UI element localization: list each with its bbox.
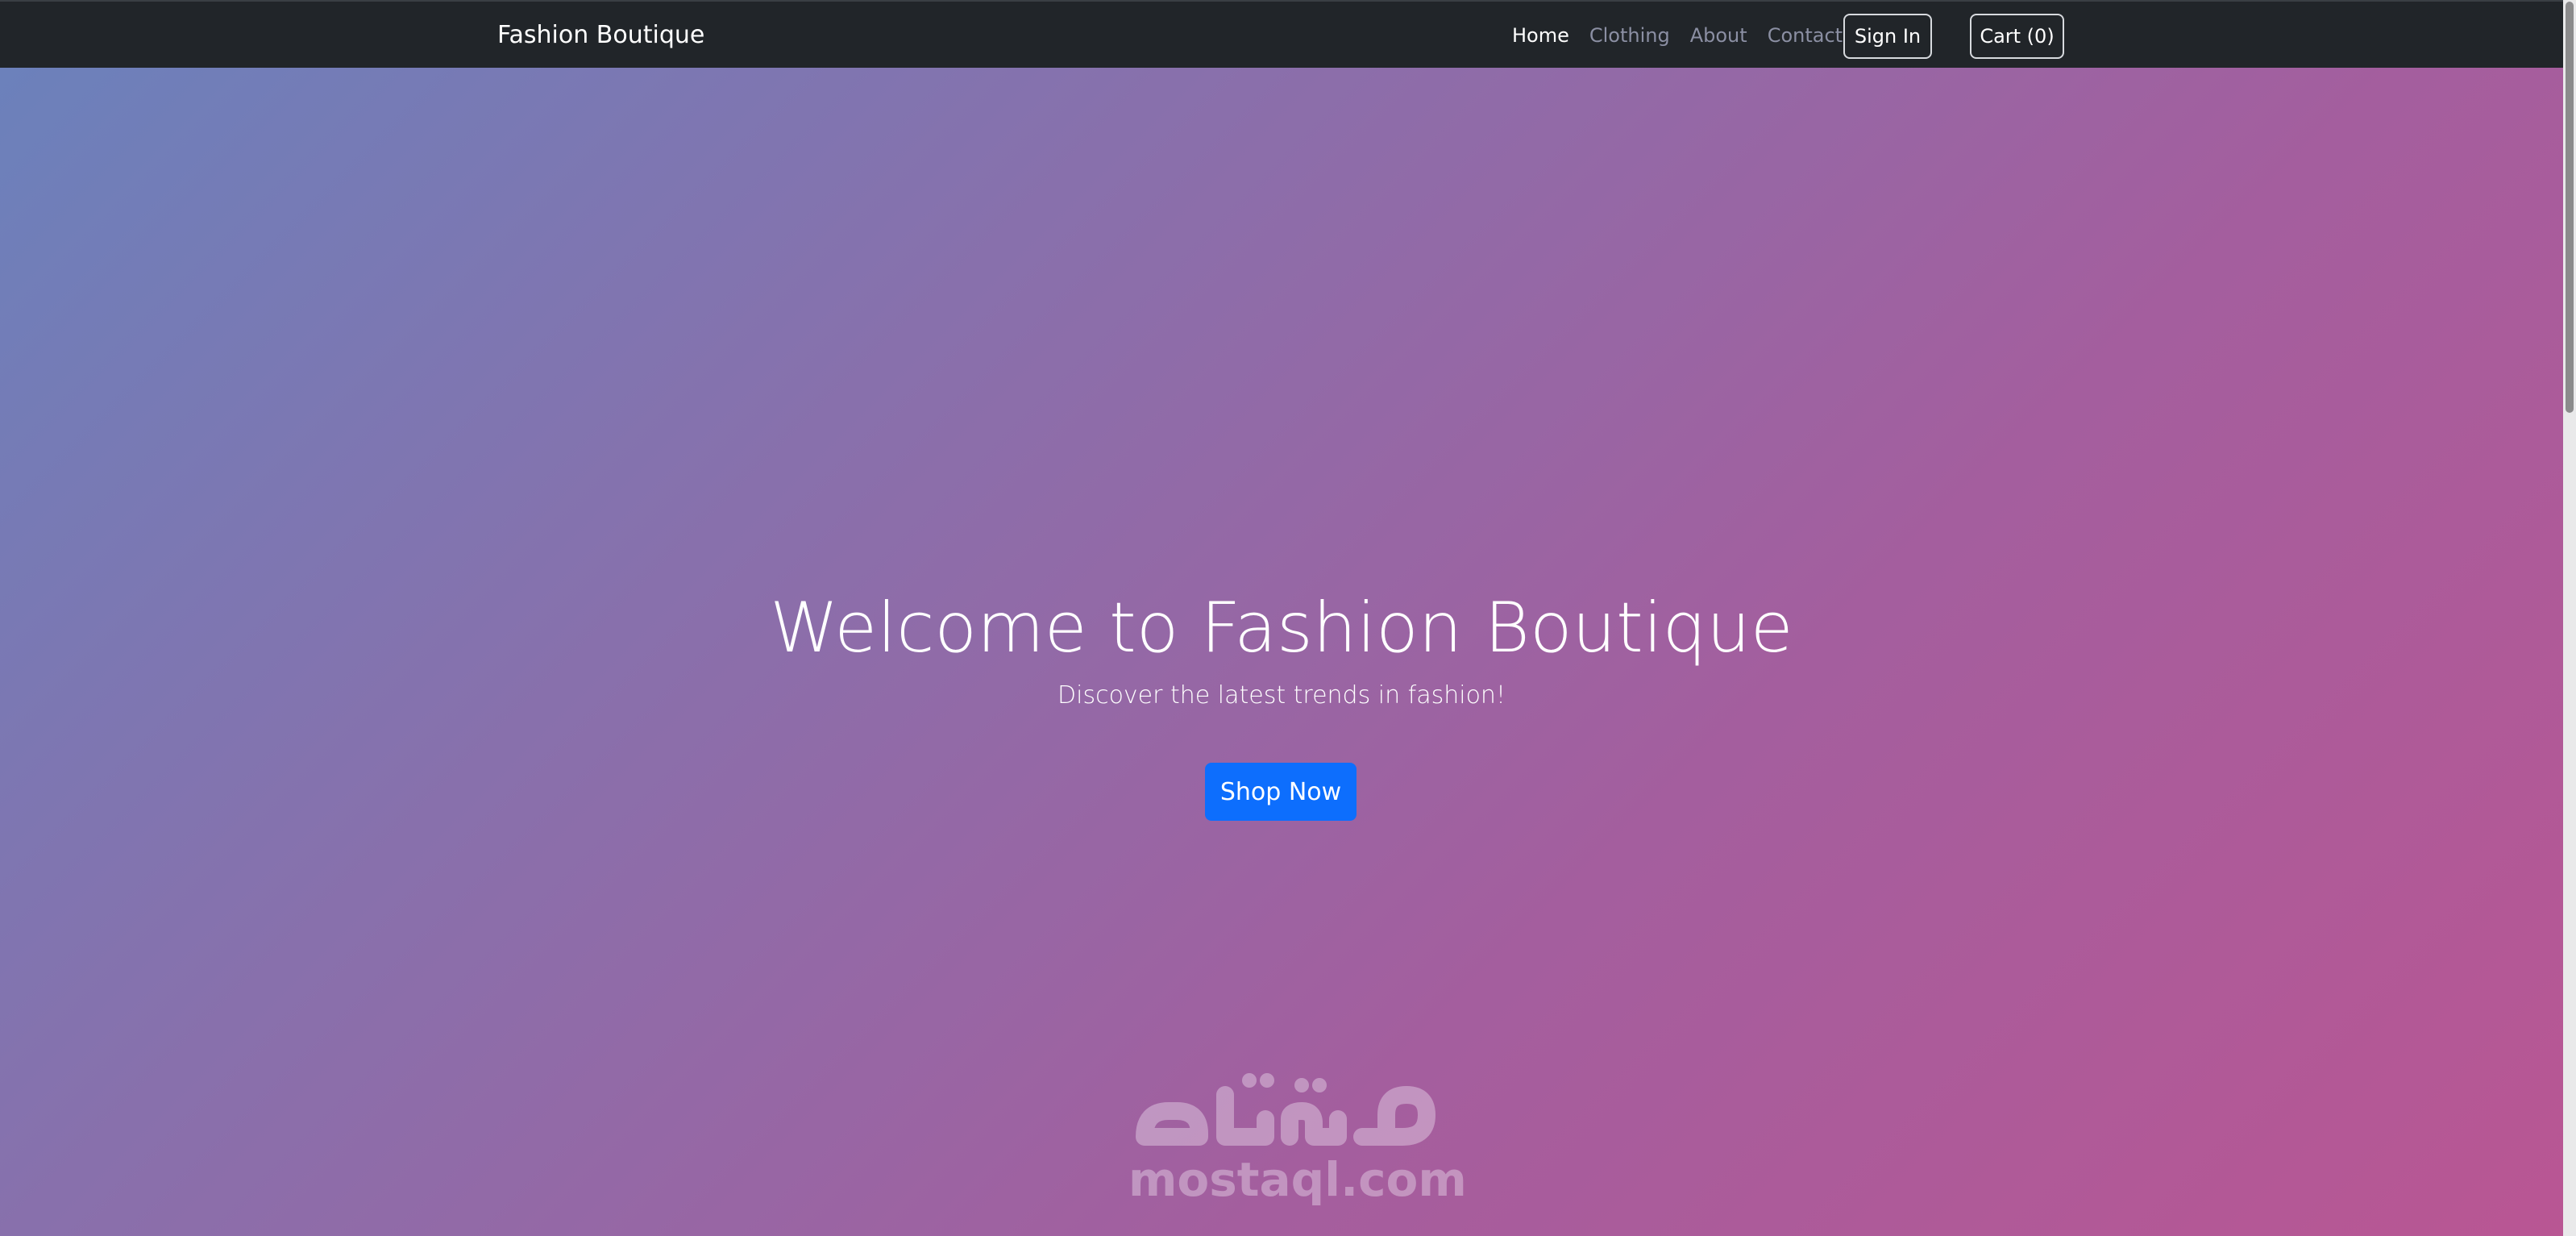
nav-item-home: Home xyxy=(1512,19,1569,52)
nav-item-contact: Contact xyxy=(1768,19,1843,52)
mostaql-watermark: mostaql.com xyxy=(1128,1063,1467,1224)
cart-button[interactable]: Cart (0) xyxy=(1970,14,2064,59)
shop-now-button[interactable]: Shop Now xyxy=(1205,763,1357,821)
hero-section: Welcome to Fashion Boutique Discover the… xyxy=(0,68,2563,1236)
nav-item-clothing: Clothing xyxy=(1589,19,1670,52)
mostaql-logo-icon xyxy=(1136,1073,1435,1146)
nav-link-clothing[interactable]: Clothing xyxy=(1589,24,1670,47)
hero-subtitle: Discover the latest trends in fashion! xyxy=(1057,681,1506,710)
nav-link-home[interactable]: Home xyxy=(1512,24,1569,47)
scrollbar-thumb[interactable] xyxy=(2566,2,2574,413)
page-scrollbar[interactable] xyxy=(2563,0,2576,1236)
nav-item-about: About xyxy=(1690,19,1747,52)
brand-logo-link[interactable]: Fashion Boutique xyxy=(497,19,704,52)
navbar: Fashion Boutique Home Clothing About Con… xyxy=(0,0,2563,68)
nav-link-contact[interactable]: Contact xyxy=(1768,24,1843,47)
nav-links: Home Clothing About Contact xyxy=(1512,19,1843,52)
nav-link-about[interactable]: About xyxy=(1690,24,1747,47)
hero-title: Welcome to Fashion Boutique xyxy=(770,588,1793,668)
page: Fashion Boutique Home Clothing About Con… xyxy=(0,0,2576,1236)
watermark-text: mostaql.com xyxy=(1128,1152,1467,1207)
sign-in-button[interactable]: Sign In xyxy=(1843,14,1932,59)
